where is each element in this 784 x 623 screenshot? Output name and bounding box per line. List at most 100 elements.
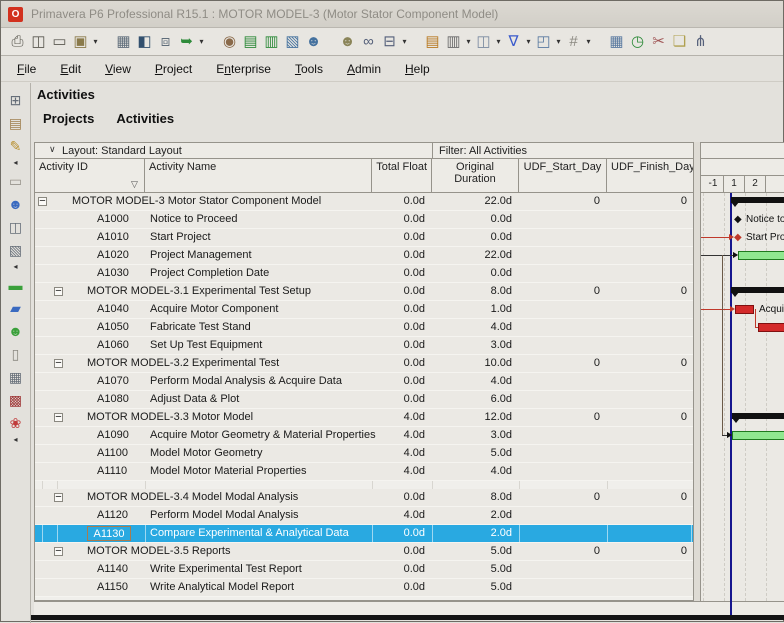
collapse-group-icon[interactable]: −	[54, 493, 63, 502]
bar-options-icon-caret[interactable]: ▾	[400, 29, 409, 55]
vertical-split-icon[interactable]: ⋔	[690, 31, 711, 52]
table-row[interactable]: −MOTOR MODEL-3.1 Experimental Test Setup…	[35, 283, 693, 301]
notebook-icon[interactable]: ✎	[4, 135, 28, 158]
filter-icon-caret[interactable]: ▾	[524, 29, 533, 55]
resources-icon[interactable]: ☻	[4, 193, 28, 216]
table-row[interactable]: −MOTOR MODEL-3.4 Model Modal Analysis0.0…	[35, 489, 693, 507]
resources-icon[interactable]: ☻	[303, 31, 324, 52]
progress-spotlight-icon[interactable]: ➥	[176, 31, 197, 52]
print-preview-icon[interactable]: ◫	[28, 31, 49, 52]
table-row[interactable]: A1130Compare Experimental & Analytical D…	[35, 525, 693, 543]
table-row[interactable]: A1000Notice to Proceed0.0d0.0d	[35, 211, 693, 229]
update-progress-icon[interactable]: ◷	[627, 31, 648, 52]
column-header-activity-id[interactable]: Activity ID	[35, 159, 145, 193]
gantt-timescale[interactable]: -112	[701, 159, 784, 193]
gantt-activity-bar[interactable]	[732, 431, 784, 440]
collapse-icon[interactable]: ◂	[4, 158, 28, 170]
wbs-icon[interactable]: ▤	[4, 112, 28, 135]
menu-project[interactable]: Project	[155, 62, 192, 76]
collapse-icon[interactable]: ◂	[4, 435, 28, 447]
global-change-icon[interactable]: ✂	[648, 31, 669, 52]
gantt-milestone[interactable]: ◆	[734, 232, 742, 243]
bars-icon[interactable]: ▤	[422, 31, 443, 52]
collapse-icon[interactable]: ◂	[4, 262, 28, 274]
progress-spotlight-icon-caret[interactable]: ▾	[197, 29, 206, 55]
table-row[interactable]: A1040Acquire Motor Component0.0d1.0d	[35, 301, 693, 319]
table-row[interactable]: A1140Write Experimental Test Report0.0d5…	[35, 561, 693, 579]
table-row[interactable]: A1090Acquire Motor Geometry & Material P…	[35, 427, 693, 445]
table-row[interactable]: −MOTOR MODEL-3.5 Reports0.0d5.0d00	[35, 543, 693, 561]
print-icon[interactable]: ⎙	[7, 31, 28, 52]
chevron-down-icon[interactable]: ∨	[49, 144, 56, 155]
gantt-activity-bar[interactable]	[735, 305, 754, 314]
gantt-activity-bar[interactable]	[738, 251, 784, 260]
table-row[interactable]: A1010Start Project0.0d0.0d	[35, 229, 693, 247]
sort-indicator-icon[interactable]: ▽	[131, 179, 138, 190]
gantt-milestone[interactable]: ◆	[734, 214, 742, 225]
page-setup-icon[interactable]: ▭	[49, 31, 70, 52]
table-row[interactable]: −MOTOR MODEL-3.2 Experimental Test0.0d10…	[35, 355, 693, 373]
resource-usage-icon[interactable]: ▤	[240, 31, 261, 52]
table-gantt-splitter[interactable]	[693, 142, 701, 618]
tracking-icon[interactable]: ▧	[4, 239, 28, 262]
snapshot-icon[interactable]: ◉	[219, 31, 240, 52]
columns-icon-caret[interactable]: ▾	[464, 29, 473, 55]
filter-icon[interactable]: ∇	[503, 31, 524, 52]
notes-icon[interactable]: ❏	[669, 31, 690, 52]
spreadsheet-icon[interactable]: ▦	[113, 31, 134, 52]
risks-icon[interactable]: ▩	[4, 389, 28, 412]
projects-icon[interactable]: ▭	[4, 170, 28, 193]
table-row[interactable]: A1150Write Analytical Model Report0.0d5.…	[35, 579, 693, 597]
reports-icon[interactable]: ◫	[4, 216, 28, 239]
layout-icon-caret[interactable]: ▾	[554, 29, 563, 55]
menu-edit[interactable]: Edit	[60, 62, 81, 76]
wps-icon[interactable]: ▯	[4, 343, 28, 366]
tracking-icon[interactable]: ▧	[282, 31, 303, 52]
table-row[interactable]: A1100Model Motor Geometry4.0d5.0d	[35, 445, 693, 463]
expenses-icon[interactable]: ▬	[4, 274, 28, 297]
table-row[interactable]: −MOTOR MODEL-3 Motor Stator Component Mo…	[35, 193, 693, 211]
menu-help[interactable]: Help	[405, 62, 430, 76]
table-row[interactable]: A1110Model Motor Material Properties4.0d…	[35, 463, 693, 481]
table-row[interactable]: A1060Set Up Test Equipment0.0d3.0d	[35, 337, 693, 355]
menu-view[interactable]: View	[105, 62, 131, 76]
details-table-icon[interactable]: ▦	[606, 31, 627, 52]
tab-projects[interactable]: Projects	[43, 111, 94, 126]
column-header-original-duration[interactable]: Original Duration	[432, 159, 519, 193]
gantt-activity-bar[interactable]	[758, 323, 784, 332]
menu-file[interactable]: File	[17, 62, 36, 76]
menu-enterprise[interactable]: Enterprise	[216, 62, 271, 76]
collapse-group-icon[interactable]: −	[54, 359, 63, 368]
table-row[interactable]: −MOTOR MODEL-3.3 Motor Model4.0d12.0d00	[35, 409, 693, 427]
collapse-group-icon[interactable]: −	[54, 547, 63, 556]
filter-label[interactable]: Filter: All Activities	[439, 145, 527, 157]
table-row[interactable]: A1070Perform Modal Analysis & Acquire Da…	[35, 373, 693, 391]
publish-icon[interactable]: ▣	[70, 31, 91, 52]
menu-admin[interactable]: Admin	[347, 62, 381, 76]
issues-icon[interactable]: ❀	[4, 412, 28, 435]
table-row[interactable]: A1020Project Management0.0d22.0d	[35, 247, 693, 265]
column-header-udf-start-day[interactable]: UDF_Start_Day	[519, 159, 607, 193]
table-font-icon[interactable]: ◫	[473, 31, 494, 52]
collapse-group-icon[interactable]: −	[54, 413, 63, 422]
table-row[interactable]: A1050Fabricate Test Stand0.0d4.0d	[35, 319, 693, 337]
table-row[interactable]: A1030Project Completion Date0.0d0.0d	[35, 265, 693, 283]
column-header-activity-name[interactable]: Activity Name	[145, 159, 372, 193]
roles-icon[interactable]: ☻	[4, 320, 28, 343]
assignments-icon[interactable]: ▰	[4, 297, 28, 320]
column-header-total-float[interactable]: Total Float	[372, 159, 432, 193]
column-header-udf-finish-day[interactable]: UDF_Finish_Day	[607, 159, 694, 193]
group-sort-icon-caret[interactable]: ▾	[584, 29, 593, 55]
columns-icon[interactable]: ▥	[443, 31, 464, 52]
activity-usage-icon[interactable]: ▥	[261, 31, 282, 52]
add-activity-icon[interactable]: ⊞	[4, 89, 28, 112]
menu-tools[interactable]: Tools	[295, 62, 323, 76]
relationships-icon[interactable]: ∞	[358, 31, 379, 52]
table-row[interactable]: A1080Adjust Data & Plot0.0d6.0d	[35, 391, 693, 409]
publish-icon-caret[interactable]: ▾	[91, 29, 100, 55]
group-sort-icon[interactable]: #	[563, 31, 584, 52]
table-font-icon-caret[interactable]: ▾	[494, 29, 503, 55]
collapse-group-icon[interactable]: −	[38, 197, 47, 206]
layout-icon[interactable]: ◰	[533, 31, 554, 52]
tab-activities[interactable]: Activities	[116, 111, 174, 126]
